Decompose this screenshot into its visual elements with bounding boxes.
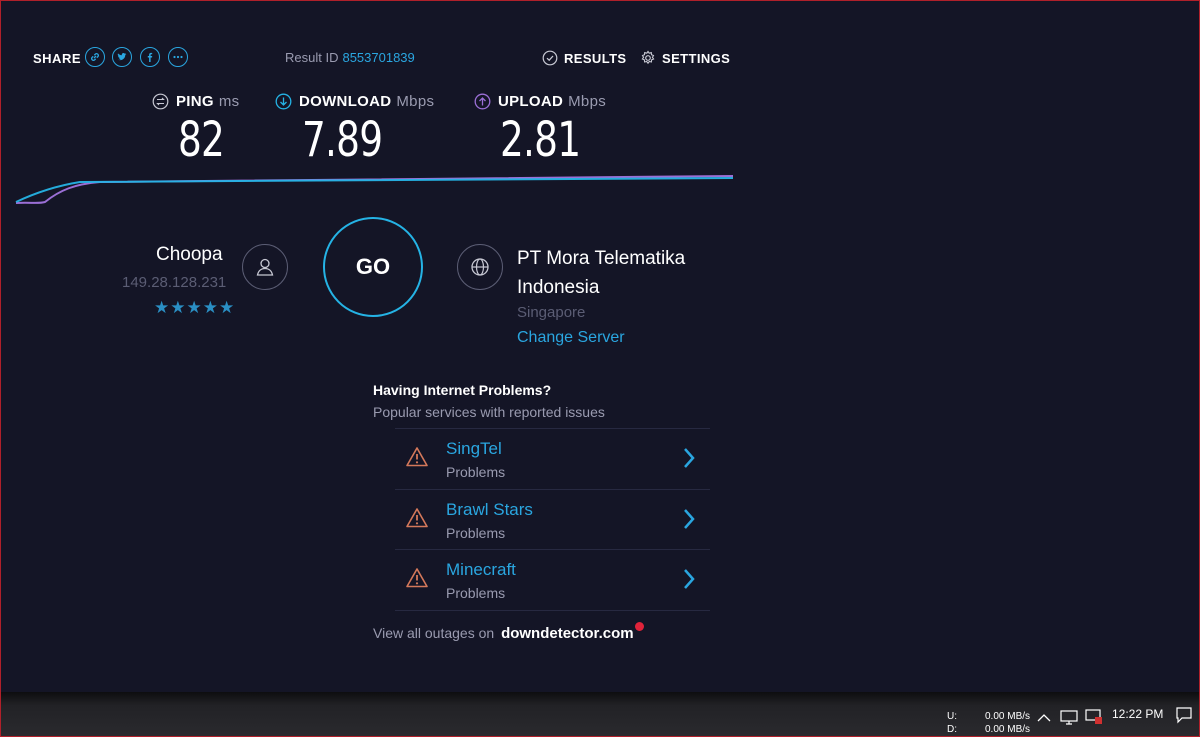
downdetector-logo-icon — [634, 622, 644, 631]
ping-unit: ms — [218, 93, 240, 110]
upload-unit: Mbps — [568, 93, 607, 110]
check-circle-icon — [542, 50, 558, 66]
chevron-right-icon — [684, 448, 695, 468]
isp-rating-stars[interactable]: ★★★★★ — [154, 298, 235, 318]
download-header: DOWNLOAD Mbps — [275, 93, 434, 110]
globe-icon — [457, 244, 503, 290]
warning-icon — [406, 447, 428, 467]
chevron-right-icon — [684, 569, 695, 589]
chevron-up-icon[interactable] — [1037, 713, 1051, 723]
download-icon — [275, 93, 292, 110]
net-download-value: 0.00 MB/s — [985, 724, 1031, 735]
problem-status: Problems — [446, 525, 506, 541]
more-icon[interactable] — [168, 47, 188, 67]
results-label: RESULTS — [564, 50, 627, 66]
downdetector-brand: downdetector.com — [501, 625, 634, 642]
ping-header: PING ms — [152, 93, 239, 110]
upload-label: UPLOAD — [498, 93, 564, 110]
problem-item-brawl-stars[interactable]: Brawl Stars Problems — [395, 489, 710, 549]
gear-icon — [641, 50, 655, 65]
settings-button[interactable]: SETTINGS — [640, 50, 730, 66]
facebook-icon[interactable] — [140, 47, 160, 67]
link-icon[interactable] — [85, 47, 105, 67]
action-center-icon[interactable] — [1085, 709, 1103, 725]
go-button[interactable]: GO — [323, 217, 423, 317]
net-download-label: D: — [947, 724, 957, 735]
speed-graph — [15, 175, 734, 204]
share-label: SHARE — [33, 51, 82, 66]
ping-label: PING — [176, 93, 214, 110]
server-location: Singapore — [517, 304, 586, 321]
isp-ip: 149.28.128.231 — [122, 274, 227, 291]
change-server-link[interactable]: Change Server — [517, 329, 625, 347]
chevron-right-icon — [684, 509, 695, 529]
download-graph-line — [15, 177, 734, 203]
problem-item-singtel[interactable]: SingTel Problems — [395, 428, 710, 488]
result-id: Result ID 8553701839 — [285, 50, 415, 65]
problems-subtitle: Popular services with reported issues — [373, 404, 605, 420]
download-unit: Mbps — [396, 93, 435, 110]
results-button[interactable]: RESULTS — [542, 50, 627, 66]
ping-icon — [152, 93, 169, 110]
problems-divider — [395, 610, 710, 611]
net-upload-value: 0.00 MB/s — [985, 711, 1031, 722]
outages-prefix: View all outages on — [373, 625, 495, 641]
problem-status: Problems — [446, 585, 506, 601]
upload-icon — [474, 93, 491, 110]
user-icon — [242, 244, 288, 290]
speedtest-app: SHARE Result ID 8553701839 RESULTS SETTIN… — [0, 0, 1200, 692]
net-upload-label: U: — [947, 711, 957, 722]
settings-label: SETTINGS — [662, 50, 731, 66]
server-name: PT Mora Telematika Indonesia — [517, 248, 686, 298]
result-id-label: Result ID — [285, 50, 339, 65]
warning-icon — [406, 508, 428, 528]
notifications-icon[interactable] — [1175, 706, 1193, 724]
taskbar-clock[interactable]: 12:22 PM — [1112, 707, 1163, 721]
problems-title: Having Internet Problems? — [373, 382, 552, 398]
problem-name: SingTel — [446, 439, 502, 458]
isp-name: Choopa — [156, 244, 223, 265]
result-id-value[interactable]: 8553701839 — [342, 50, 414, 65]
twitter-icon[interactable] — [112, 47, 132, 67]
upload-header: UPLOAD Mbps — [474, 93, 606, 110]
problem-name: Minecraft — [446, 560, 516, 579]
windows-taskbar: U: 0.00 MB/s D: 0.00 MB/s 12:22 PM — [0, 692, 1200, 737]
download-label: DOWNLOAD — [299, 93, 392, 110]
problem-name: Brawl Stars — [446, 500, 533, 519]
network-icon[interactable] — [1060, 709, 1078, 725]
outages-link[interactable]: View all outages on downdetector.com — [373, 622, 644, 642]
problem-item-minecraft[interactable]: Minecraft Problems — [395, 549, 710, 609]
problem-status: Problems — [446, 464, 506, 480]
warning-icon — [406, 568, 428, 588]
